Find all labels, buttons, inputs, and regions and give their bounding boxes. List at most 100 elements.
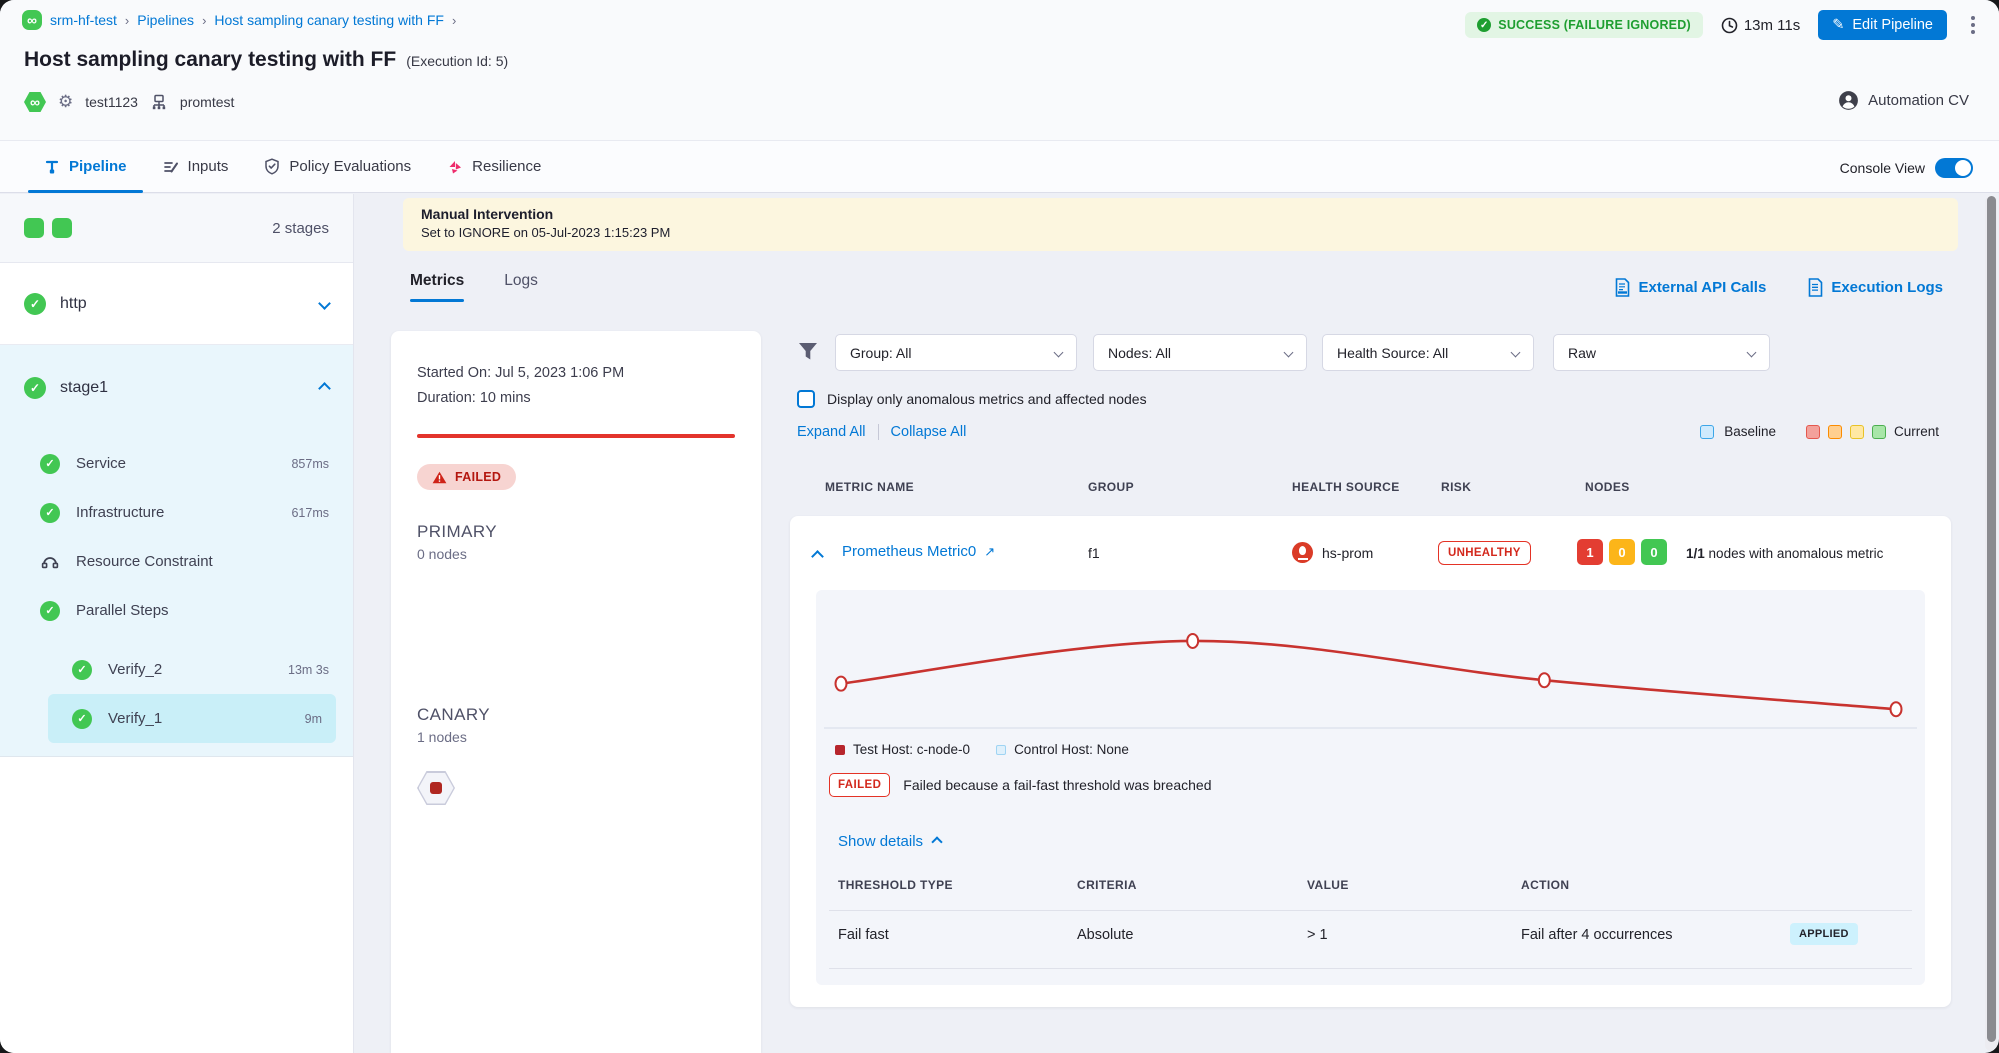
canary-node-hexagon[interactable]	[417, 771, 455, 805]
tab-pipeline[interactable]: Pipeline	[26, 141, 145, 192]
legend-label: Control Host: None	[1014, 742, 1129, 757]
metric-row[interactable]: Prometheus Metric0 ↗ f1 hs-prom UNHEALTH…	[790, 516, 1951, 590]
threshold-header-threshold-type: THRESHOLD TYPE	[838, 878, 953, 892]
breadcrumb-pipelines[interactable]: Pipelines	[137, 12, 194, 28]
anomalous-nodes-text: 1/1 nodes with anomalous metric	[1686, 546, 1883, 561]
breadcrumb-project[interactable]: srm-hf-test	[50, 12, 117, 28]
baseline-swatch-icon	[1700, 425, 1714, 439]
manual-intervention-banner: Manual Intervention Set to IGNORE on 05-…	[403, 198, 1958, 251]
resource-constraint-icon	[40, 552, 60, 572]
tab-policy-evaluations-label: Policy Evaluations	[289, 158, 411, 175]
data-point-marker[interactable]	[1539, 673, 1550, 687]
success-check-icon: ✓	[40, 601, 60, 621]
canary-group: CANARY 1 nodes	[417, 705, 490, 805]
divider	[878, 424, 879, 440]
success-check-icon: ✓	[40, 454, 60, 474]
data-point-marker[interactable]	[836, 677, 847, 691]
user-name: Automation CV	[1868, 92, 1969, 109]
step-row-verify-1[interactable]: ✓Verify_19m	[48, 694, 336, 743]
threshold-header-value: VALUE	[1307, 878, 1349, 892]
show-details-link[interactable]: Show details	[838, 833, 941, 850]
health-source-filter-value: Health Source: All	[1337, 345, 1448, 361]
legend-label: Test Host: c-node-0	[853, 742, 970, 757]
group-filter-dropdown[interactable]: Group: All	[835, 334, 1077, 371]
tab-metrics[interactable]: Metrics	[410, 272, 464, 302]
verification-status-badge: FAILED	[417, 464, 516, 490]
step-label: Service	[76, 455, 126, 472]
anomalous-filter-row: Display only anomalous metrics and affec…	[797, 390, 1147, 408]
vertical-scrollbar[interactable]	[1985, 196, 1997, 1051]
pencil-icon: ✎	[1832, 17, 1844, 33]
pipeline-meta-row: ∞ ⚙ test1123 promtest	[24, 92, 234, 112]
chevron-up-icon[interactable]	[318, 382, 331, 395]
chevron-down-icon[interactable]	[318, 297, 331, 310]
breadcrumb-pipeline-name[interactable]: Host sampling canary testing with FF	[214, 12, 444, 28]
stages-header: 2 stages	[0, 194, 353, 263]
health-source-filter-dropdown[interactable]: Health Source: All	[1322, 334, 1534, 371]
external-api-calls-label: External API Calls	[1638, 279, 1766, 296]
log-doc-icon	[1808, 278, 1823, 297]
step-row-service[interactable]: ✓Service857ms	[0, 439, 353, 488]
unhealthy-node-dot	[430, 782, 442, 794]
breadcrumb-separator-icon: ›	[202, 13, 206, 28]
anomalous-filter-checkbox[interactable]	[797, 390, 815, 408]
data-point-marker[interactable]	[1891, 702, 1902, 716]
threshold-table-header: THRESHOLD TYPECRITERIAVALUEACTION	[816, 878, 1925, 896]
breadcrumb-separator-icon: ›	[452, 13, 456, 28]
scrollbar-thumb[interactable]	[1987, 196, 1996, 1042]
metric-detail-panel: Test Host: c-node-0 Control Host: None FA…	[816, 590, 1925, 985]
success-check-icon: ✓	[1477, 18, 1491, 32]
metric-name-link[interactable]: Prometheus Metric0 ↗	[842, 543, 995, 560]
edit-pipeline-label: Edit Pipeline	[1852, 17, 1933, 33]
step-row-verify-2[interactable]: ✓Verify_213m 3s	[0, 645, 353, 694]
nodes-filter-dropdown[interactable]: Nodes: All	[1093, 334, 1307, 371]
failure-message-row: FAILED Failed because a fail-fast thresh…	[829, 773, 1211, 797]
infra-name[interactable]: promtest	[180, 94, 234, 110]
metrics-table-header: METRIC NAMEGROUPHEALTH SOURCERISKNODES	[790, 480, 1951, 500]
console-view-toggle[interactable]	[1935, 158, 1973, 178]
more-options-menu-icon[interactable]	[1965, 12, 1981, 38]
column-header-health-source: HEALTH SOURCE	[1292, 480, 1400, 494]
threshold-table-row: Fail fastAbsolute> 1Fail after 4 occurre…	[816, 923, 1925, 951]
avatar-icon	[1838, 90, 1859, 111]
page-title: Host sampling canary testing with FF	[24, 48, 396, 72]
tab-inputs[interactable]: Inputs	[145, 141, 247, 192]
execution-sidebar: 2 stages ✓ http ✓ stage1 ✓Service857ms✓I…	[0, 194, 354, 1053]
step-row-infrastructure[interactable]: ✓Infrastructure617ms	[0, 488, 353, 537]
column-header-nodes: NODES	[1585, 480, 1630, 494]
header-actions: ✓ SUCCESS (FAILURE IGNORED) 13m 11s ✎ Ed…	[1465, 10, 1981, 40]
step-label: Infrastructure	[76, 504, 164, 521]
test-host-swatch-icon	[835, 745, 845, 755]
expand-all-link[interactable]: Expand All	[797, 424, 866, 440]
execution-id: (Execution Id: 5)	[406, 53, 508, 69]
collapse-metric-chevron-icon[interactable]	[811, 550, 824, 563]
failure-message: Failed because a fail-fast threshold was…	[903, 777, 1211, 793]
stage-row-http[interactable]: ✓ http	[0, 263, 353, 345]
service-name[interactable]: test1123	[85, 94, 138, 110]
prometheus-icon	[1292, 542, 1313, 563]
step-row-resource-constraint[interactable]: Resource Constraint	[0, 537, 353, 586]
execution-logs-link[interactable]: Execution Logs	[1808, 278, 1943, 297]
stage-row-stage1[interactable]: ✓ stage1	[0, 345, 353, 431]
step-row-parallel-steps[interactable]: ✓Parallel Steps	[0, 586, 353, 635]
tab-resilience[interactable]: Resilience	[429, 141, 559, 192]
banner-title: Manual Intervention	[421, 206, 1940, 222]
tab-logs[interactable]: Logs	[504, 272, 538, 302]
column-header-group: GROUP	[1088, 480, 1134, 494]
doc-links: External API Calls Execution Logs	[1615, 278, 1943, 297]
collapse-all-link[interactable]: Collapse All	[891, 424, 967, 440]
primary-label: PRIMARY	[417, 522, 735, 542]
step-duration: 9m	[305, 712, 322, 726]
edit-pipeline-button[interactable]: ✎ Edit Pipeline	[1818, 10, 1947, 40]
current-red-swatch-icon	[1806, 425, 1820, 439]
resilience-chaos-icon	[447, 159, 463, 175]
external-api-calls-link[interactable]: External API Calls	[1615, 278, 1766, 297]
control-host-legend: Control Host: None	[996, 742, 1129, 757]
tab-resilience-label: Resilience	[472, 158, 541, 175]
tab-policy-evaluations[interactable]: Policy Evaluations	[246, 141, 429, 192]
chart-legend: Test Host: c-node-0 Control Host: None	[835, 742, 1129, 757]
data-point-marker[interactable]	[1187, 634, 1198, 648]
unhealthy-count-badge: 1	[1577, 539, 1603, 565]
data-mode-dropdown[interactable]: Raw	[1553, 334, 1770, 371]
current-green-swatch-icon	[1872, 425, 1886, 439]
